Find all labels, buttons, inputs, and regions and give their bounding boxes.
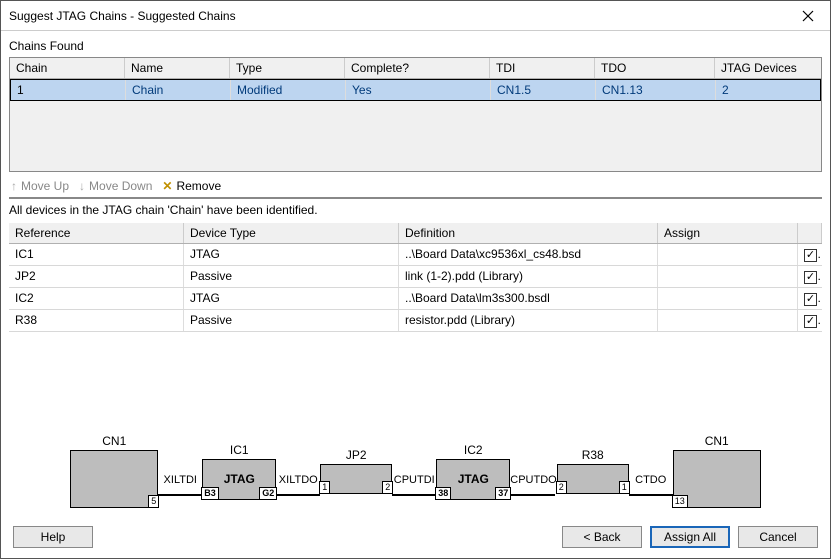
wire-label: XILTDO — [279, 474, 318, 486]
col-tdi[interactable]: TDI — [490, 58, 595, 78]
col-definition[interactable]: Definition — [399, 223, 658, 243]
diagram-wire: CPUTDI — [392, 446, 436, 496]
col-complete[interactable]: Complete? — [345, 58, 490, 78]
status-message: All devices in the JTAG chain 'Chain' ha… — [9, 199, 822, 223]
assign-checkbox[interactable] — [804, 293, 817, 306]
node-box: 5 — [70, 450, 158, 508]
pin: 5 — [148, 495, 159, 508]
device-row[interactable]: JP2 Passive link (1-2).pdd (Library) — [9, 266, 822, 288]
assign-checkbox[interactable] — [804, 271, 817, 284]
close-icon — [802, 10, 814, 22]
diagram-node: CN1 5 — [70, 434, 158, 508]
diagram-wire: XILTDO — [276, 446, 320, 496]
node-label: CN1 — [102, 434, 126, 448]
node-box: 13 — [673, 450, 761, 508]
col-devices[interactable]: JTAG Devices — [715, 58, 821, 78]
titlebar: Suggest JTAG Chains - Suggested Chains — [1, 1, 830, 31]
device-row[interactable]: R38 Passive resistor.pdd (Library) — [9, 310, 822, 332]
node-label: R38 — [582, 448, 604, 462]
node-box: 12 — [320, 464, 392, 494]
bottom-bar: Help < Back Assign All Cancel — [9, 520, 822, 550]
node-box: 21 — [557, 464, 629, 494]
diagram-node: JP212 — [320, 448, 392, 494]
diagram-node: IC1JTAGB3G2 — [202, 443, 276, 500]
assign-checkbox[interactable] — [804, 249, 817, 262]
diagram-wire: XILTDI — [158, 446, 202, 496]
pin: B3 — [201, 487, 219, 500]
cell-tdi: CN1.5 — [491, 80, 596, 100]
pin: G2 — [259, 487, 277, 500]
chains-found-label: Chains Found — [9, 39, 822, 53]
node-label: IC1 — [230, 443, 249, 457]
node-label: JP2 — [346, 448, 367, 462]
window-title: Suggest JTAG Chains - Suggested Chains — [9, 9, 236, 23]
remove-icon — [162, 179, 172, 193]
node-box: JTAG3837 — [436, 459, 510, 500]
arrow-up-icon: ↑ — [11, 179, 17, 193]
wire-label: CPUTDI — [394, 474, 435, 486]
col-name[interactable]: Name — [125, 58, 230, 78]
move-down-button[interactable]: ↓Move Down — [79, 179, 152, 193]
col-chain[interactable]: Chain — [10, 58, 125, 78]
cell-devices: 2 — [716, 80, 820, 100]
help-button[interactable]: Help — [13, 526, 93, 548]
move-up-button[interactable]: ↑Move Up — [11, 179, 69, 193]
pin: 2 — [382, 481, 393, 494]
chains-toolbar: ↑Move Up ↓Move Down Remove — [9, 175, 822, 199]
node-label: CN1 — [705, 434, 729, 448]
col-assign-chk — [798, 223, 822, 243]
diagram-wire: CTDO — [629, 446, 673, 496]
remove-button[interactable]: Remove — [162, 179, 221, 193]
chains-header: Chain Name Type Complete? TDI TDO JTAG D… — [10, 58, 821, 79]
close-button[interactable] — [786, 1, 830, 30]
node-label: IC2 — [464, 443, 483, 457]
col-assign[interactable]: Assign — [658, 223, 798, 243]
pin: 1 — [619, 481, 630, 494]
chain-row[interactable]: 1 Chain Modified Yes CN1.5 CN1.13 2 — [10, 79, 821, 101]
diagram-node: IC2JTAG3837 — [436, 443, 510, 500]
col-tdo[interactable]: TDO — [595, 58, 715, 78]
cell-chain: 1 — [11, 80, 126, 100]
node-box: JTAGB3G2 — [202, 459, 276, 500]
cancel-button[interactable]: Cancel — [738, 526, 818, 548]
device-row[interactable]: IC2 JTAG ..\Board Data\lm3s300.bsdl — [9, 288, 822, 310]
pin: 37 — [495, 487, 511, 500]
device-row[interactable]: IC1 JTAG ..\Board Data\xc9536xl_cs48.bsd — [9, 244, 822, 266]
wire-label: XILTDI — [164, 474, 197, 486]
assign-all-button[interactable]: Assign All — [650, 526, 730, 548]
chains-table: Chain Name Type Complete? TDI TDO JTAG D… — [9, 57, 822, 172]
devices-header: Reference Device Type Definition Assign — [9, 223, 822, 244]
cell-name: Chain — [126, 80, 231, 100]
chain-diagram: CN15XILTDIIC1JTAGB3G2XILTDOJP212CPUTDIIC… — [9, 332, 822, 520]
col-type[interactable]: Type — [230, 58, 345, 78]
col-reference[interactable]: Reference — [9, 223, 184, 243]
pin: 1 — [319, 481, 330, 494]
pin: 2 — [556, 481, 567, 494]
wire-label: CPUTDO — [510, 474, 556, 486]
devices-table: Reference Device Type Definition Assign … — [9, 223, 822, 332]
pin: 13 — [672, 495, 688, 508]
col-device-type[interactable]: Device Type — [184, 223, 399, 243]
diagram-node: R3821 — [557, 448, 629, 494]
diagram-node: CN1 13 — [673, 434, 761, 508]
wire-label: CTDO — [635, 474, 666, 486]
cell-tdo: CN1.13 — [596, 80, 716, 100]
arrow-down-icon: ↓ — [79, 179, 85, 193]
cell-complete: Yes — [346, 80, 491, 100]
pin: 38 — [435, 487, 451, 500]
cell-type: Modified — [231, 80, 346, 100]
back-button[interactable]: < Back — [562, 526, 642, 548]
assign-checkbox[interactable] — [804, 315, 817, 328]
diagram-wire: CPUTDO — [510, 446, 556, 496]
dialog-window: Suggest JTAG Chains - Suggested Chains C… — [0, 0, 831, 559]
